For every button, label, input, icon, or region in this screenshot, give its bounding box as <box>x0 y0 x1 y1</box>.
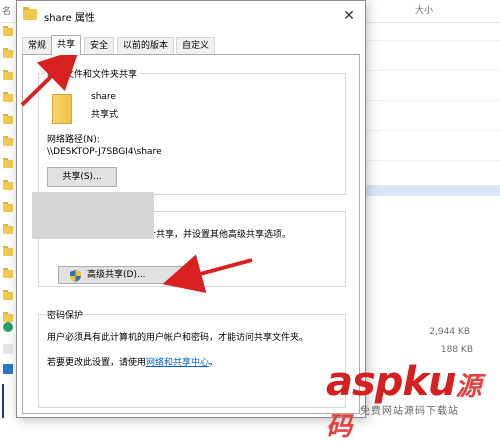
advanced-share-description: 个共享，并设置其他高级共享选项。 <box>147 230 292 240</box>
folder-icon[interactable] <box>3 158 13 168</box>
shared-folder-name: share <box>91 92 116 102</box>
size-column-header[interactable]: 大小 <box>415 3 433 16</box>
folder-tree-strip <box>0 22 16 340</box>
folder-icon[interactable] <box>3 312 13 322</box>
row-divider <box>360 40 500 41</box>
folder-icon[interactable] <box>3 224 13 234</box>
file-size: 2,944 KB <box>429 327 470 337</box>
row-divider <box>360 100 500 101</box>
scroll-edge <box>2 384 4 418</box>
password-change-suffix: 。 <box>209 358 219 368</box>
folder-icon[interactable] <box>3 48 13 58</box>
password-change-prefix: 若要更改此设置，请使用 <box>47 358 147 368</box>
password-change-hint: 若要更改此设置，请使用网络和共享中心。 <box>47 355 218 368</box>
password-protection-legend: 密码保护 <box>45 308 86 321</box>
folder-icon[interactable] <box>3 290 13 300</box>
redacted-area <box>32 192 154 239</box>
folder-icon[interactable] <box>3 114 13 124</box>
folder-icon[interactable] <box>3 92 13 102</box>
folder-icon[interactable] <box>3 70 13 80</box>
app-icon[interactable] <box>3 322 13 332</box>
dialog-titlebar[interactable]: share 属性 ✕ <box>17 1 365 31</box>
close-button[interactable]: ✕ <box>339 6 359 26</box>
folder-icon[interactable] <box>3 26 13 36</box>
network-path-value[interactable]: \\DESKTOP-J7SBGI4\share <box>47 147 162 157</box>
shield-icon <box>70 270 81 282</box>
row-divider <box>360 160 500 161</box>
network-share-group: 网络文件和文件夹共享 share 共享式 网络路径(N): \\DESKTOP-… <box>38 67 346 195</box>
advanced-share-button-label: 高级共享(D)... <box>87 270 146 280</box>
watermark-subtitle: 免费网站源码下载站 <box>360 406 459 417</box>
file-icon[interactable] <box>3 344 13 354</box>
tab-general[interactable]: 常规 <box>22 37 53 54</box>
tab-customize[interactable]: 自定义 <box>176 37 216 54</box>
folder-icon[interactable] <box>3 246 13 256</box>
shared-folder-status: 共享式 <box>91 110 119 120</box>
tab-sharing[interactable]: 共享 <box>51 35 82 55</box>
properties-dialog: share 属性 ✕ 常规 共享 安全 以前的版本 自定义 网络文件和文件夹共享… <box>16 0 366 418</box>
app-icon[interactable] <box>3 364 13 374</box>
tab-previous-versions[interactable]: 以前的版本 <box>117 37 175 54</box>
close-icon: ✕ <box>343 8 355 24</box>
row-divider <box>360 130 500 131</box>
dialog-title: share 属性 <box>44 13 95 24</box>
tab-strip: 常规 共享 安全 以前的版本 自定义 <box>22 35 362 55</box>
tab-security[interactable]: 安全 <box>84 37 115 54</box>
name-column-header[interactable]: 名 <box>2 4 11 17</box>
network-path-label: 网络路径(N): <box>47 135 100 145</box>
folder-icon <box>23 7 37 20</box>
file-size: 188 KB <box>440 345 473 355</box>
advanced-share-button[interactable]: 高级共享(D)... <box>58 266 183 284</box>
folder-icon[interactable] <box>3 180 13 190</box>
password-protection-text: 用户必须具有此计算机的用户帐户和密码，才能访问共享文件夹。 <box>47 333 309 343</box>
share-button[interactable]: 共享(S)... <box>47 167 117 187</box>
row-divider <box>360 70 500 71</box>
network-share-legend: 网络文件和文件夹共享 <box>45 67 140 80</box>
watermark-logo-text: aspku <box>326 359 457 405</box>
network-sharing-center-link[interactable]: 网络和共享中心 <box>146 358 209 368</box>
folder-icon[interactable] <box>3 268 13 278</box>
folder-icon[interactable] <box>3 136 13 146</box>
selected-row-highlight[interactable] <box>360 185 500 196</box>
folder-icon[interactable] <box>3 202 13 212</box>
password-protection-group: 密码保护 用户必须具有此计算机的用户帐户和密码，才能访问共享文件夹。 若要更改此… <box>38 308 346 408</box>
shared-folder-icon <box>52 94 72 124</box>
